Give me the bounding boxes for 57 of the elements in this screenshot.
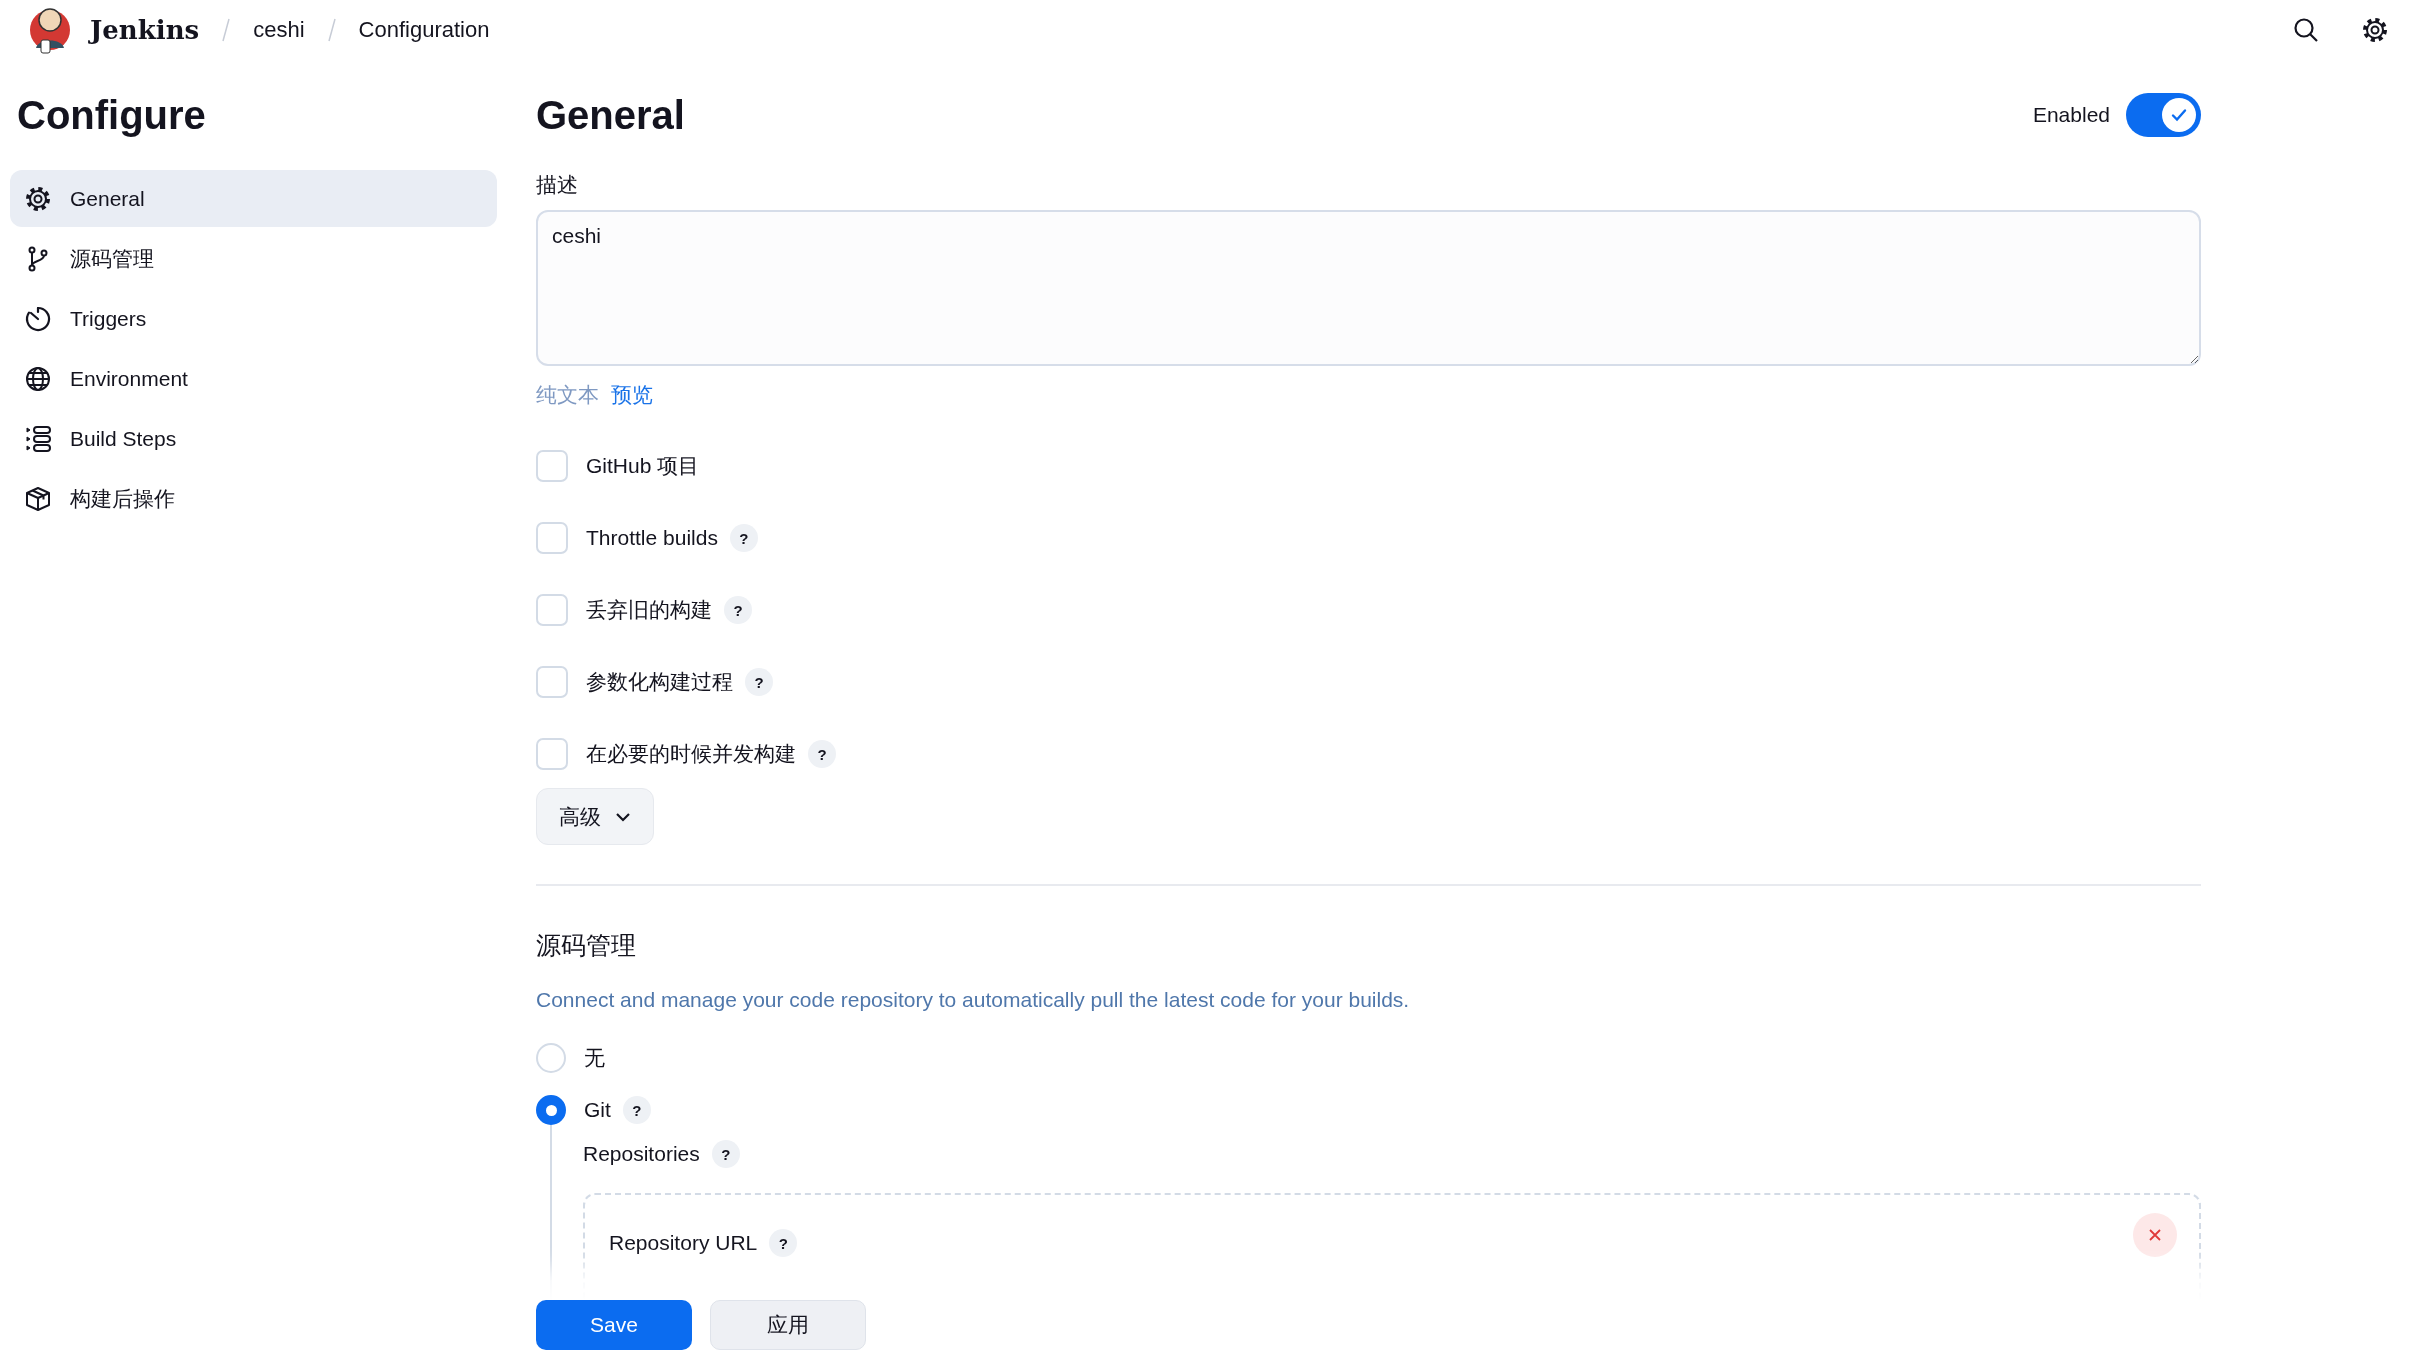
close-icon <box>2148 1228 2162 1242</box>
remove-button[interactable] <box>2133 1213 2177 1257</box>
sidebar-item[interactable]: Build Steps <box>10 410 497 467</box>
field-label: Repositories <box>583 1142 700 1166</box>
sidebar-item[interactable]: Environment <box>10 350 497 407</box>
sidebar-item-icon <box>24 364 52 393</box>
sidebar-item[interactable]: Triggers <box>10 290 497 347</box>
sidebar-item-icon <box>24 304 52 333</box>
checkbox-label: GitHub 项目 <box>586 453 700 479</box>
sidebar-item-icon <box>24 484 52 513</box>
radio-button[interactable] <box>536 1095 566 1125</box>
radio-label: 无 <box>584 1045 605 1071</box>
toggle-label: Enabled <box>2032 103 2110 127</box>
checkbox[interactable] <box>536 666 568 698</box>
sidebar-item[interactable]: 构建后操作 <box>10 470 497 527</box>
sidebar-title: Configure <box>16 92 207 139</box>
checkbox[interactable] <box>536 522 568 554</box>
section-title: General <box>536 92 686 139</box>
breadcrumb-separator-icon <box>326 17 337 43</box>
plain-text-label: 纯文本 <box>536 382 599 408</box>
help-button[interactable]: ? <box>745 668 773 696</box>
section-description: Connect and manage your code repository to automatically pull the latest code for your builds. <box>536 987 1411 1013</box>
field-label: Repository URL <box>609 1231 758 1255</box>
preview-link[interactable]: 预览 <box>611 380 653 410</box>
chevron-down-icon <box>615 811 631 822</box>
help-button[interactable]: ? <box>724 596 752 624</box>
advanced-button[interactable]: 高级 <box>536 788 654 845</box>
brand-name[interactable]: Jenkins <box>90 15 200 45</box>
search-icon <box>2293 17 2319 43</box>
settings-icon <box>2361 16 2389 44</box>
help-button[interactable]: ? <box>711 1140 740 1168</box>
sidebar-item-icon <box>24 184 52 213</box>
checkbox-label: 参数化构建过程 <box>586 669 733 695</box>
sidebar-item[interactable]: General <box>10 170 497 227</box>
breadcrumb-separator-icon <box>221 17 232 43</box>
help-button[interactable]: ? <box>729 524 758 552</box>
field-label: 描述 <box>536 172 579 198</box>
checkbox[interactable] <box>536 450 568 482</box>
help-button[interactable]: ? <box>769 1229 798 1257</box>
check-icon <box>2170 106 2188 124</box>
enabled-toggle[interactable] <box>2126 93 2201 137</box>
checkbox-label: 丢弃旧的构建 <box>586 597 712 623</box>
checkbox-label: 在必要的时候并发构建 <box>586 741 796 767</box>
checkbox-label: Throttle builds <box>586 526 718 550</box>
radio-label: Git <box>584 1098 611 1122</box>
save-button[interactable]: Save <box>536 1300 692 1350</box>
apply-button[interactable]: 应用 <box>710 1300 866 1350</box>
description-field[interactable]: ceshi <box>536 210 2201 366</box>
sidebar-item[interactable]: 源码管理 <box>10 230 497 287</box>
checkbox[interactable] <box>536 594 568 626</box>
breadcrumb-link[interactable]: Configuration <box>358 17 490 43</box>
help-button[interactable]: ? <box>622 1096 651 1124</box>
help-button[interactable]: ? <box>808 740 836 768</box>
checkbox[interactable] <box>536 738 568 770</box>
breadcrumb-link[interactable]: ceshi <box>253 17 305 43</box>
sidebar-item-icon <box>24 424 52 453</box>
section-title: 源码管理 <box>536 930 637 960</box>
